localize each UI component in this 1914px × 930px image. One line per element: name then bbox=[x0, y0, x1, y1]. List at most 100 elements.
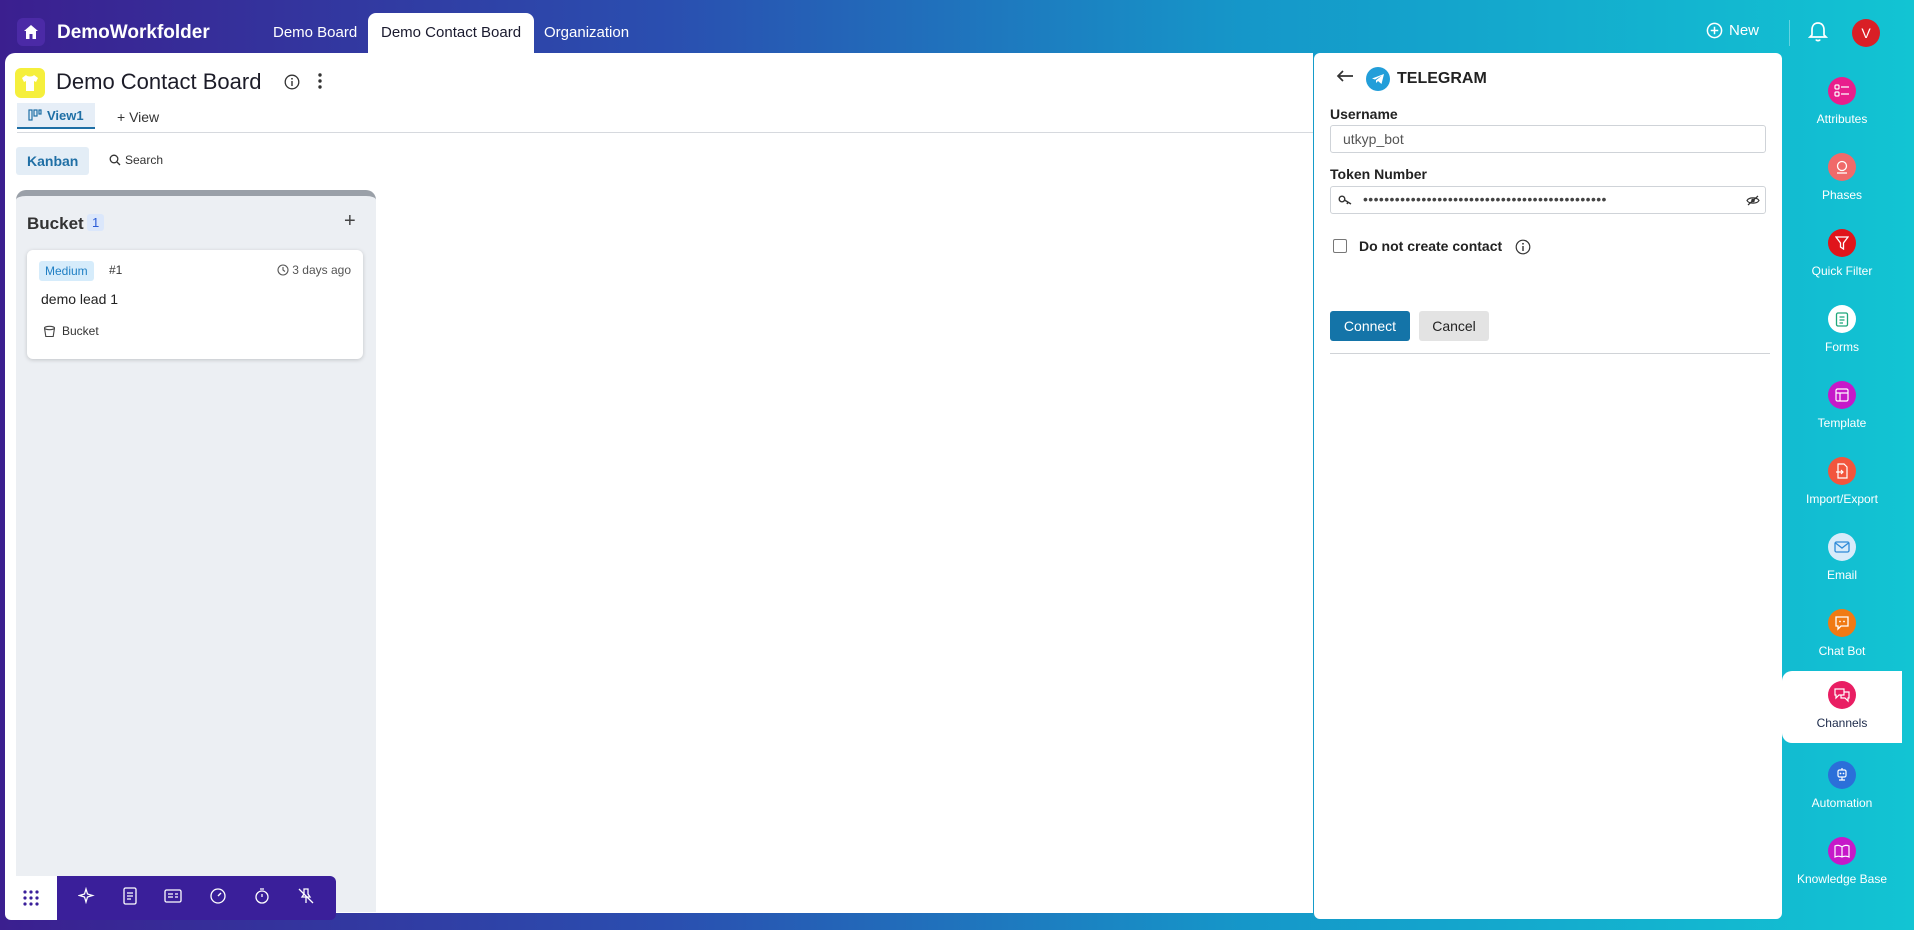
phases-icon bbox=[1828, 153, 1856, 181]
token-masked-value: ••••••••••••••••••••••••••••••••••••••••… bbox=[1363, 191, 1607, 207]
pin-off-icon[interactable] bbox=[297, 887, 315, 910]
back-button[interactable] bbox=[1336, 69, 1354, 88]
card-bucket-label: Bucket bbox=[62, 324, 99, 338]
home-icon bbox=[24, 25, 38, 39]
grid-icon bbox=[23, 890, 39, 906]
gauge-icon[interactable] bbox=[209, 887, 227, 910]
rail-item-quick-filter[interactable]: Quick Filter bbox=[1782, 219, 1902, 291]
board-menu-button[interactable] bbox=[317, 72, 323, 95]
new-label: New bbox=[1729, 22, 1760, 39]
checkbox-info-button[interactable] bbox=[1515, 239, 1531, 260]
tab-organization[interactable]: Organization bbox=[531, 13, 642, 53]
add-card-button[interactable]: + bbox=[344, 210, 356, 233]
tab-demo-contact-board[interactable]: Demo Contact Board bbox=[368, 13, 535, 53]
email-icon bbox=[1828, 533, 1856, 561]
main-board-area: Demo Contact Board View1 + View Kanban S… bbox=[5, 53, 1313, 913]
do-not-create-contact-label: Do not create contact bbox=[1359, 238, 1503, 254]
arrow-left-icon bbox=[1336, 70, 1353, 82]
rail-label: Template bbox=[1817, 416, 1867, 430]
tabs-divider bbox=[17, 132, 1313, 133]
apps-grid-button[interactable] bbox=[5, 876, 57, 920]
card-timestamp: 3 days ago bbox=[277, 263, 351, 277]
kanban-column-bucket: Bucket 1 + Medium #1 3 days ago demo lea… bbox=[16, 190, 376, 912]
rail-label: Email bbox=[1826, 568, 1857, 582]
sparkle-icon[interactable] bbox=[77, 886, 96, 910]
rail-label: Channels bbox=[1816, 716, 1868, 730]
automation-icon bbox=[1828, 761, 1856, 789]
username-field[interactable]: utkyp_bot bbox=[1330, 125, 1766, 153]
rail-item-knowledge-base[interactable]: Knowledge Base bbox=[1782, 827, 1902, 899]
book-icon bbox=[1828, 837, 1856, 865]
app-name[interactable]: DemoWorkfolder bbox=[57, 22, 210, 44]
card-bucket: Bucket bbox=[43, 324, 99, 338]
add-view-label: View bbox=[129, 109, 160, 125]
top-bar: DemoWorkfolder Demo Board Demo Contact B… bbox=[0, 0, 1914, 53]
search-icon bbox=[109, 154, 121, 166]
rail-label: Automation bbox=[1811, 796, 1873, 810]
shirt-icon bbox=[22, 75, 38, 91]
rail-item-channels[interactable]: Channels bbox=[1782, 671, 1902, 743]
add-view-button[interactable]: + View bbox=[117, 109, 159, 125]
column-count-badge: 1 bbox=[87, 214, 105, 231]
rail-label: Forms bbox=[1825, 340, 1859, 354]
notifications-button[interactable] bbox=[1807, 21, 1829, 48]
rail-item-email[interactable]: Email bbox=[1782, 523, 1902, 595]
telegram-icon bbox=[1372, 74, 1384, 84]
connect-button[interactable]: Connect bbox=[1330, 311, 1410, 341]
plus-circle-icon bbox=[1706, 22, 1723, 39]
rail-item-chat-bot[interactable]: Chat Bot bbox=[1782, 599, 1902, 671]
home-button[interactable] bbox=[17, 18, 45, 46]
template-icon bbox=[1828, 381, 1856, 409]
column-title: Bucket bbox=[27, 214, 84, 233]
rail-label: Attributes bbox=[1816, 112, 1868, 126]
rail-item-forms[interactable]: Forms bbox=[1782, 295, 1902, 367]
kanban-view-icon bbox=[28, 109, 42, 121]
id-card-icon[interactable] bbox=[164, 888, 183, 909]
board-icon bbox=[15, 68, 45, 98]
rail-label: Chat Bot bbox=[1818, 644, 1866, 658]
tab-demo-board[interactable]: Demo Board bbox=[260, 13, 370, 53]
kebab-menu-icon bbox=[318, 73, 322, 89]
tab-view1[interactable]: View1 bbox=[17, 103, 95, 129]
telegram-channel-panel: TELEGRAM Username utkyp_bot Token Number… bbox=[1314, 53, 1782, 919]
eye-off-icon[interactable] bbox=[1746, 195, 1760, 206]
timer-icon[interactable] bbox=[253, 887, 271, 910]
tab-view1-label: View1 bbox=[47, 107, 84, 123]
document-icon[interactable] bbox=[122, 886, 138, 910]
page-title: Demo Contact Board bbox=[56, 69, 262, 94]
bell-icon bbox=[1807, 22, 1829, 42]
cancel-button[interactable]: Cancel bbox=[1419, 311, 1489, 341]
search-label: Search bbox=[125, 153, 164, 167]
rail-label: Import/Export bbox=[1805, 492, 1879, 506]
rail-item-phases[interactable]: Phases bbox=[1782, 143, 1902, 215]
import-export-icon bbox=[1828, 457, 1856, 485]
rail-item-template[interactable]: Template bbox=[1782, 371, 1902, 443]
token-field[interactable]: ••••••••••••••••••••••••••••••••••••••••… bbox=[1330, 186, 1766, 214]
avatar[interactable]: V bbox=[1852, 19, 1880, 47]
card-title: demo lead 1 bbox=[41, 291, 119, 307]
board-info-button[interactable] bbox=[284, 74, 300, 95]
rail-item-attributes[interactable]: Attributes bbox=[1782, 67, 1902, 139]
kanban-card[interactable]: Medium #1 3 days ago demo lead 1 Bucket bbox=[27, 250, 363, 359]
info-icon bbox=[284, 74, 300, 90]
rail-label: Phases bbox=[1821, 188, 1863, 202]
tool-strip bbox=[57, 876, 336, 920]
do-not-create-contact-checkbox[interactable] bbox=[1333, 239, 1347, 253]
rail-label: Knowledge Base bbox=[1796, 872, 1888, 886]
search-button[interactable]: Search bbox=[109, 153, 163, 167]
rail-label: Quick Filter bbox=[1811, 264, 1873, 278]
rail-item-automation[interactable]: Automation bbox=[1782, 751, 1902, 823]
bottom-toolbar bbox=[5, 876, 336, 920]
rail-item-import-export[interactable]: Import/Export bbox=[1782, 447, 1902, 519]
token-label: Token Number bbox=[1330, 166, 1427, 182]
new-button[interactable]: New bbox=[1706, 22, 1759, 39]
kanban-button[interactable]: Kanban bbox=[16, 147, 90, 175]
username-label: Username bbox=[1330, 106, 1398, 122]
filter-icon bbox=[1828, 229, 1856, 257]
bucket-icon bbox=[43, 325, 56, 337]
key-icon bbox=[1338, 195, 1352, 205]
panel-divider bbox=[1330, 353, 1770, 354]
chat-bot-icon bbox=[1828, 609, 1856, 637]
card-id: #1 bbox=[109, 263, 123, 277]
attributes-icon bbox=[1828, 77, 1856, 105]
